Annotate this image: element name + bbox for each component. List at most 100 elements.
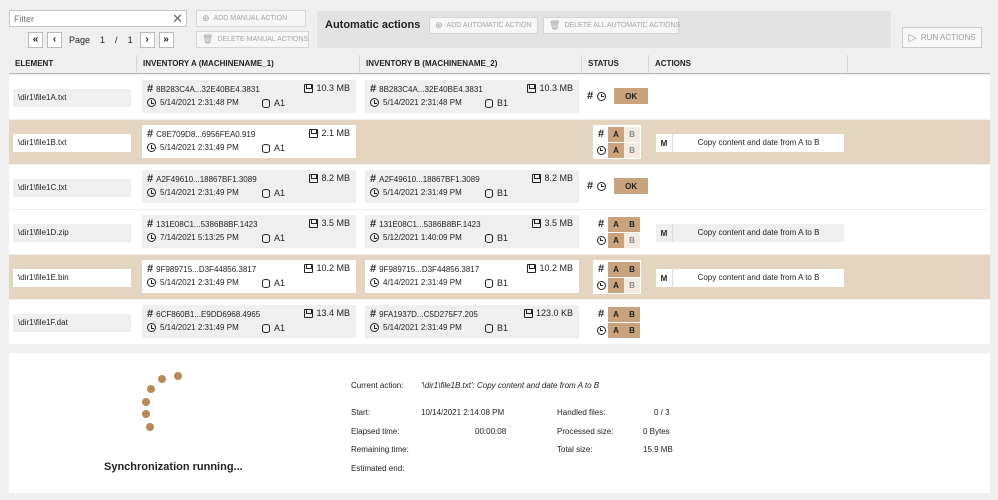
table-row[interactable]: \dir1\file1C.txt # A2F49610...18867BF1.30… [9,165,990,209]
status-a: A [608,126,624,142]
column-header-status[interactable]: STATUS [582,55,649,73]
last-page-button[interactable]: » [158,31,174,48]
element-name: \dir1\file1B.txt [13,134,131,152]
action-cell[interactable]: M Copy content and date from A to B [656,269,844,287]
add-manual-action-button[interactable]: ⊕ ADD MANUAL ACTION [196,10,306,27]
disk-name: B1 [497,233,509,243]
file-size: 8.2 MB [544,173,573,183]
hash-icon: # [370,218,377,230]
file-hash: 8B283C4A...32E40BE4.3831 [379,84,483,94]
status-ok-badge: OK [614,178,649,194]
inventory-a-cell: #9F989715...D3F44856.3817 10.2 MB 5/14/2… [142,260,356,293]
first-page-button[interactable]: « [28,31,43,48]
inventory-b-cell: #9FA1937D...C5D275F7.205 123.0 KB 5/14/2… [365,305,579,338]
automatic-actions-panel: Automatic actions ⊕ ADD AUTOMATIC ACTION… [317,11,891,48]
file-date: 5/14/2021 2:31:49 PM [383,323,462,332]
disk-name: A1 [274,233,286,243]
save-icon [304,83,314,93]
disk-name: B1 [497,188,509,198]
delete-all-automatic-actions-button[interactable]: 🗑 DELETE ALL AUTOMATIC ACTIONS [543,17,680,34]
file-date: 5/14/2021 2:31:49 PM [160,188,239,197]
hash-icon: # [370,83,377,95]
table-row[interactable]: \dir1\file1A.txt #8B283C4A...32E40BE4.38… [9,75,990,119]
total-size-label: Total size: [557,445,593,454]
clock-icon [370,278,379,287]
column-header-inventory-a[interactable]: INVENTORY A (MACHINENAME_1) [137,55,360,73]
status-b: B [624,306,640,322]
start-label: Start: [351,408,371,417]
table-row[interactable]: \dir1\file1B.txt # C8E709D8...6956FEA0.91… [9,120,990,164]
clock-icon [594,145,608,155]
clock-icon [370,233,379,242]
file-hash: 131E08C1...5386B8BF.1423 [379,219,481,229]
delete-manual-actions-button[interactable]: 🗑 DELETE MANUAL ACTIONS [196,31,309,48]
filter-input[interactable] [10,11,160,26]
plus-icon: ⊕ [202,13,210,23]
database-icon [262,143,270,153]
clear-filter-icon[interactable]: ✕ [172,11,183,26]
database-icon [485,323,493,333]
table-row[interactable]: \dir1\file1F.dat #6CF860B1...E9DD6968.49… [9,300,990,344]
file-date: 5/14/2021 2:31:49 PM [160,143,239,152]
file-date: 5/12/2021 1:40:09 PM [383,233,462,242]
save-icon [309,218,319,228]
add-automatic-action-button[interactable]: ⊕ ADD AUTOMATIC ACTION [429,17,538,34]
table-row[interactable]: \dir1\file1E.bin #9F989715...D3F44856.38… [9,255,990,299]
page-total: 1 [127,34,133,45]
column-header-element[interactable]: ELEMENT [9,55,137,73]
next-page-button[interactable]: › [139,31,155,48]
status-b: B [624,126,640,142]
status-a: A [608,277,624,293]
hash-icon: # [370,263,377,275]
clock-icon [597,181,607,191]
column-header-inventory-b[interactable]: INVENTORY B (MACHINENAME_2) [360,55,582,73]
handled-files-value: 0 / 3 [654,408,670,417]
processed-size-label: Processed size: [557,427,614,436]
hash-icon: # [147,83,154,95]
action-cell[interactable]: M Copy content and date from A to B [656,134,844,152]
file-hash: 131E08C1...5386B8BF.1423 [156,219,258,229]
status-a: A [608,322,624,338]
status-b: B [624,322,640,338]
run-actions-button[interactable]: ▷ RUN ACTIONS [902,27,982,48]
file-size: 3.5 MB [321,218,350,228]
database-icon [485,98,493,108]
page-separator: / [115,34,118,45]
save-icon [309,173,319,183]
file-date: 5/14/2021 2:31:49 PM [160,323,239,332]
file-hash: 9F989715...D3F44856.3817 [379,264,480,274]
clock-icon [147,278,156,287]
current-action-value: '\dir1\file1B.txt': Copy content and dat… [421,381,600,390]
status-a: A [608,306,624,322]
save-icon [309,128,319,138]
disk-name: A1 [274,98,286,108]
estimated-end-label: Estimated end: [351,464,405,473]
action-cell[interactable]: M Copy content and date from A to B [656,224,844,242]
status-cell: # A B AB [593,260,641,294]
inventory-a-cell: # C8E709D8...6956FEA0.919 2.1 MB 5/14/202… [142,125,356,158]
status-a: A [608,232,624,248]
hash-icon: # [597,308,605,320]
file-size: 10.3 MB [316,83,350,93]
file-size: 123.0 KB [535,308,573,318]
status-b: B [624,216,640,232]
status-b: B [624,232,640,248]
filter-box[interactable]: ✕ [9,10,187,27]
database-icon [485,233,493,243]
file-size: 10.2 MB [539,263,573,273]
file-hash: C8E709D8...6956FEA0.919 [156,129,256,139]
hash-icon: # [587,90,594,102]
previous-page-button[interactable]: ‹ [47,31,62,48]
clock-icon [370,98,379,107]
action-text: Copy content and date from A to B [672,269,844,287]
database-icon [485,188,493,198]
clock-icon [597,91,607,101]
handled-files-label: Handled files: [557,408,606,417]
table-row[interactable]: \dir1\file1D.zip #131E08C1...5386B8BF.14… [9,210,990,254]
file-date: 7/14/2021 5:13:25 PM [160,233,239,242]
column-header-actions[interactable]: ACTIONS [649,55,848,73]
clock-icon [147,323,156,332]
element-name: \dir1\file1D.zip [13,224,131,242]
file-date: 5/14/2021 2:31:48 PM [160,98,239,107]
file-hash: 9FA1937D...C5D275F7.205 [379,309,478,319]
